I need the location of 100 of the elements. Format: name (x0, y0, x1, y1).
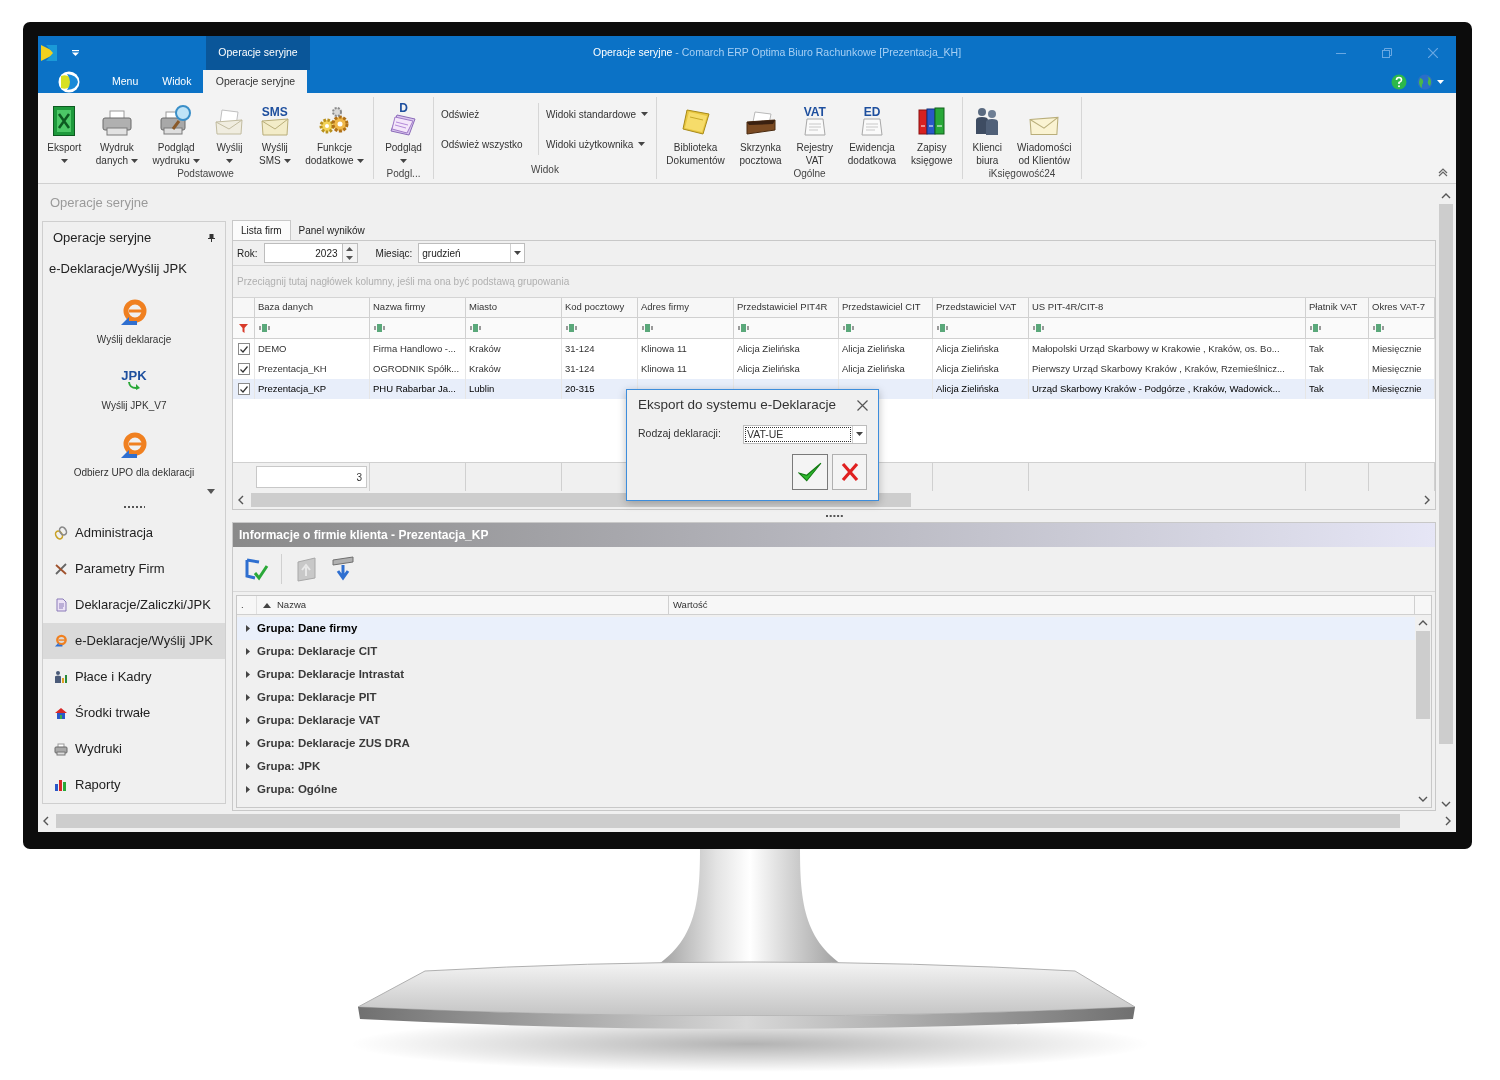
filter-icon[interactable] (239, 323, 248, 333)
text-filter-icon[interactable] (738, 324, 749, 332)
column-header[interactable]: Wartość (669, 596, 1415, 614)
tree-row[interactable]: Grupa: Dane firmy (237, 617, 1415, 640)
ribbon-button[interactable]: Klienci biura (968, 97, 1006, 167)
bar-chart-icon (54, 778, 68, 792)
ribbon-button[interactable]: Podgląd wydruku (148, 97, 204, 167)
download-icon (330, 556, 356, 582)
action-button[interactable]: Odbierz UPO dla deklaracji (43, 416, 225, 484)
icon-lettering: JPK (121, 368, 147, 382)
globe-icon (1417, 73, 1433, 90)
ribbon-button[interactable]: Wiadomości od Klientów (1013, 97, 1076, 167)
column-header[interactable]: Okres VAT-7 (1369, 298, 1435, 317)
ribbon-button[interactable]: Zapisy księgowe (906, 97, 957, 167)
table-row[interactable]: Prezentacja_KP PHU Rabarbar Ja... Lublin 20-315 Alicja Zielińska Urząd Skarbowy Kraków - Podgórze , Kraków, Wadowick... Tak Miesięcznie (233, 379, 1435, 399)
scrollbar-thumb[interactable] (1439, 204, 1453, 744)
column-header[interactable]: Nazwa (257, 596, 669, 614)
column-header[interactable]: Nazwa firmy (370, 298, 466, 317)
column-header[interactable]: Kod pocztowy (562, 298, 638, 317)
text-filter-icon[interactable] (843, 324, 854, 332)
ribbon-button[interactable]: Widoki użytkownika (541, 133, 654, 155)
ok-button[interactable] (792, 454, 828, 490)
text-filter-icon[interactable] (259, 324, 270, 332)
checkbox[interactable] (237, 363, 250, 375)
cancel-button[interactable] (832, 454, 867, 490)
grip-dots-icon[interactable] (123, 506, 145, 509)
icon-lettering: D (399, 102, 408, 114)
column-header[interactable]: US PIT-4R/CIT-8 (1029, 298, 1306, 317)
tab[interactable]: Lista firm (232, 220, 291, 240)
text-filter-icon[interactable] (1310, 324, 1321, 332)
ribbon-button[interactable]: Odśwież (436, 103, 538, 125)
text-filter-icon[interactable] (374, 324, 385, 332)
ribbon-button[interactable]: Skrzynka pocztowa (735, 97, 786, 167)
spin-down-icon (346, 255, 354, 260)
ribbon-button[interactable]: Wydruk danych (91, 97, 142, 167)
ribbon-button[interactable]: SMS Wyślij SMS (255, 97, 295, 167)
customize-icon[interactable] (72, 50, 79, 56)
icon-lettering: SMS (261, 106, 288, 118)
column-header[interactable]: . (237, 596, 257, 614)
column-header[interactable]: Przedstawiciel VAT (933, 298, 1029, 317)
ribbon-tab[interactable]: Menu (100, 70, 151, 93)
help-icon[interactable] (1391, 73, 1407, 90)
ribbon-button[interactable]: D Podgląd (381, 97, 426, 167)
folder-icon (680, 108, 711, 136)
ribbon-button[interactable]: Widoki standardowe (541, 103, 654, 125)
collapse-ribbon-icon[interactable] (1438, 168, 1448, 177)
ribbon-button[interactable]: ED Ewidencja dodatkowa (843, 97, 901, 167)
column-header[interactable]: Przedstawiciel PIT4R (734, 298, 839, 317)
caret-icon (856, 432, 863, 436)
column-header[interactable]: Przedstawiciel CIT (839, 298, 933, 317)
ribbon-button[interactable]: Funkcje dodatkowe (301, 97, 368, 167)
text-filter-icon[interactable] (937, 324, 948, 332)
scrollbar-thumb[interactable] (1416, 631, 1430, 719)
chevron-up-icon (1441, 192, 1451, 200)
text-filter-icon[interactable] (1033, 324, 1044, 332)
document-icon (54, 598, 68, 612)
text-filter-icon[interactable] (1373, 324, 1384, 332)
text-filter-icon[interactable] (642, 324, 653, 332)
document-icon (860, 118, 884, 136)
dropdown-field[interactable]: VAT-UE (743, 424, 867, 444)
close-button[interactable] (856, 399, 868, 411)
column-header[interactable]: Baza danych (255, 298, 370, 317)
checkbox[interactable] (237, 383, 250, 395)
column-header[interactable]: Adres firmy (638, 298, 734, 317)
year-field[interactable]: 2023 (263, 243, 343, 263)
window-title: Operacje seryjne - Comarch ERP Optima Biuro Rachunkowe [Prezentacja_KH] (593, 45, 962, 61)
ribbon-button[interactable]: Biblioteka Dokumentów (662, 97, 729, 167)
pages-icon (389, 114, 418, 136)
pin-icon[interactable] (208, 233, 215, 242)
checkbox[interactable] (237, 343, 250, 355)
printer-magnifier-icon (160, 104, 193, 136)
scrollbar-thumb[interactable] (56, 814, 1400, 828)
section-title: e-Deklaracje/Wyślij JPK (49, 259, 187, 278)
chain-icon (54, 526, 68, 540)
column-header[interactable]: Miasto (466, 298, 562, 317)
nav-item[interactable]: e-Deklaracje/Wyślij JPK (43, 623, 225, 659)
text-filter-icon[interactable] (566, 324, 577, 332)
house-icon (54, 706, 68, 720)
ribbon-button[interactable]: VAT Rejestry VAT (792, 97, 838, 167)
text-filter-icon[interactable] (470, 324, 481, 332)
month-field[interactable]: grudzień (418, 243, 526, 263)
contextual-tab-header: Operacje seryjne (206, 36, 310, 70)
ribbon-button[interactable]: Odśwież wszystko (436, 133, 538, 155)
ribbon-tab[interactable]: Operacje seryjne (203, 70, 308, 93)
restore-icon (1382, 48, 1392, 58)
table-row[interactable]: Prezentacja_KH OGRODNIK Spółk... Kraków 31-124 Klinowa 11 Alicja Zielińska Alicja Zielińska Alicja Zielińska Pierwszy Urząd Skarbowy Kraków , Kraków, Rzemieślnicz... Tak Miesięcznie (233, 359, 1435, 379)
dropdown-button[interactable] (852, 425, 866, 443)
ribbon-button[interactable]: Wyślij (210, 97, 249, 167)
group-label: Widok (530, 163, 560, 177)
table-row[interactable]: DEMO Firma Handlowo -... Kraków 31-124 Klinowa 11 Alicja Zielińska Alicja Zielińska Alicja Zielińska Małopolski Urząd Skarbowy w Krakowie , Kraków, os. Bo... Tak Miesięcznie (233, 339, 1435, 359)
globe-menu-button[interactable] (1417, 73, 1444, 90)
upload-icon (295, 556, 319, 582)
action-button[interactable]: JPK Wyślij JPK_V7 (43, 350, 225, 417)
more-caret-icon[interactable] (207, 488, 215, 494)
ribbon-tab[interactable]: Widok (150, 70, 204, 93)
ribbon-button[interactable]: Eksport (43, 97, 86, 167)
chevron-down-icon (1418, 795, 1428, 803)
column-header[interactable]: Płatnik VAT (1306, 298, 1369, 317)
action-button[interactable]: Wyślij deklaracje (43, 283, 225, 351)
field-label: Rodzaj deklaracji: (638, 426, 722, 442)
